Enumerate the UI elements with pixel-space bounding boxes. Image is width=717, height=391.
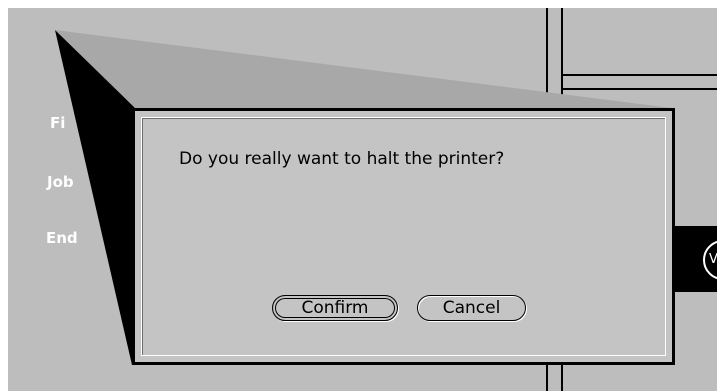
dialog-message: Do you really want to halt the printer? (179, 149, 505, 169)
zoom-top-face (55, 30, 672, 120)
screen: Fi Job End V Do you really want to halt … (0, 0, 717, 391)
confirm-button[interactable]: Confirm (272, 295, 398, 321)
cancel-button[interactable]: Cancel (417, 295, 526, 321)
